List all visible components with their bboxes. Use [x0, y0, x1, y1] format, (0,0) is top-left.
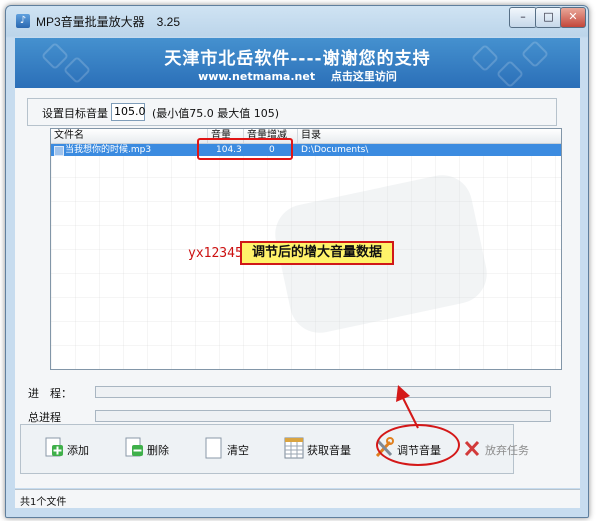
- delete-icon: [125, 437, 143, 457]
- close-button[interactable]: ✕: [560, 7, 586, 28]
- app-icon: ♪: [16, 14, 30, 28]
- target-volume-label: 设置目标音量: [42, 107, 108, 120]
- row-directory: D:\Documents\: [301, 145, 369, 155]
- add-button[interactable]: 添加: [37, 428, 109, 468]
- spreadsheet-icon: [284, 437, 304, 459]
- clear-icon: [205, 437, 222, 459]
- annotation-callout: 调节后的增大音量数据: [240, 241, 394, 265]
- row-filename: 当我想你的时候.mp3: [65, 145, 152, 155]
- add-icon: [45, 437, 63, 457]
- banner-title: 天津市北岳软件----谢谢您的支持: [164, 49, 431, 69]
- status-bar: 共1个文件: [15, 489, 580, 508]
- progress-bar: [95, 386, 551, 398]
- delete-button-label: 删除: [147, 444, 169, 457]
- clear-button[interactable]: 清空: [197, 428, 269, 468]
- get-volume-button-label: 获取音量: [307, 444, 351, 457]
- clear-button-label: 清空: [227, 444, 249, 457]
- total-progress-label: 总进程: [28, 411, 61, 424]
- volume-highlight-box: [197, 138, 293, 160]
- maximize-button[interactable]: □: [535, 7, 562, 28]
- total-progress-bar: [95, 410, 551, 422]
- column-header-directory[interactable]: 目录: [298, 129, 561, 143]
- title-bar[interactable]: ♪ MP3音量批量放大器 3.25 – □ ✕: [6, 6, 588, 36]
- status-text: 共1个文件: [20, 497, 67, 508]
- column-header-filename[interactable]: 文件名: [51, 129, 208, 143]
- file-icon: [54, 146, 64, 156]
- abort-task-button[interactable]: 放弃任务: [455, 428, 531, 468]
- banner-subtitle: www.netmama.net 点击这里访问: [15, 68, 580, 84]
- target-volume-group: 设置目标音量 105.0 (最小值75.0 最大值 105): [27, 98, 557, 126]
- banner-url-link[interactable]: www.netmama.net: [198, 70, 315, 83]
- progress-label: 进 程：: [28, 387, 72, 400]
- abort-task-button-label: 放弃任务: [485, 444, 529, 457]
- table-row[interactable]: 当我想你的时候.mp3 104.3 0 D:\Documents\: [51, 144, 561, 156]
- promo-banner[interactable]: 天津市北岳软件----谢谢您的支持 www.netmama.net 点击这里访问: [15, 38, 580, 88]
- get-volume-button[interactable]: 获取音量: [277, 428, 357, 468]
- minimize-button[interactable]: –: [509, 7, 537, 28]
- visit-link[interactable]: 点击这里访问: [331, 70, 397, 83]
- add-button-label: 添加: [67, 444, 89, 457]
- target-range-note: (最小值75.0 最大值 105): [152, 107, 280, 120]
- target-volume-input[interactable]: 105.0: [111, 103, 146, 121]
- delete-button[interactable]: 删除: [117, 428, 189, 468]
- window-title: MP3音量批量放大器 3.25: [36, 15, 181, 29]
- cancel-icon: [464, 440, 480, 457]
- adjust-button-highlight: [376, 424, 460, 466]
- list-header: 文件名 音量 音量增减 目录: [51, 129, 561, 144]
